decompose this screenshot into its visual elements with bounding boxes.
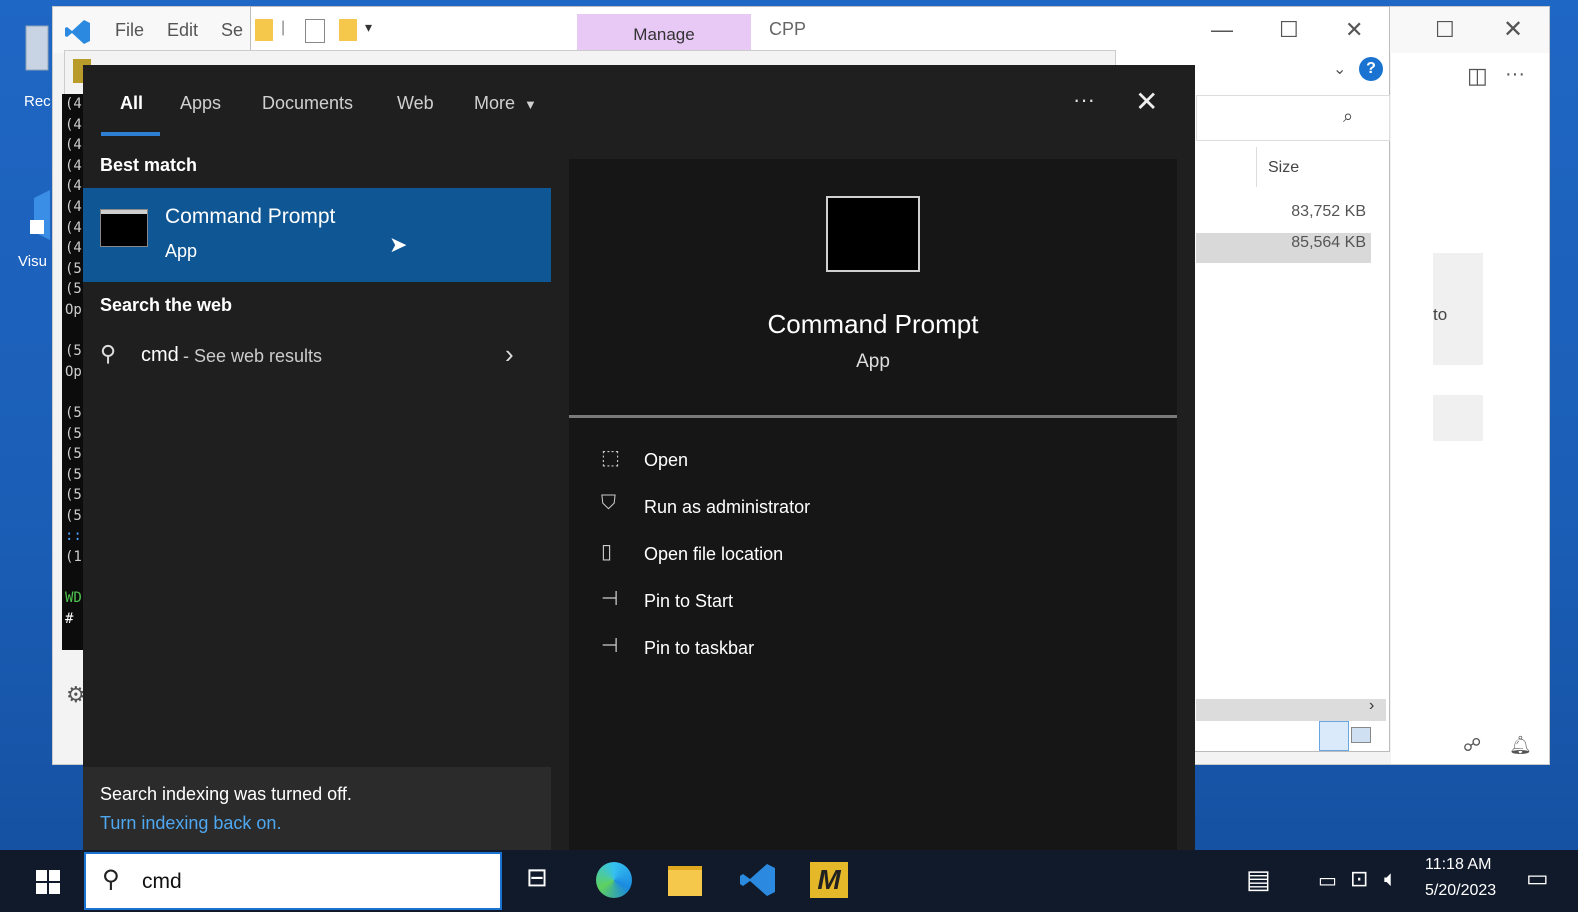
recycle-bin-label: Rec xyxy=(24,93,51,110)
separator: | xyxy=(281,19,286,36)
feedback-icon[interactable]: ☍ xyxy=(1463,735,1481,756)
file-location-icon: ▯ xyxy=(601,541,613,563)
search-icon: ⚲ xyxy=(102,866,120,893)
battery-icon[interactable]: ▭ xyxy=(1318,868,1337,893)
action-run-as-admin[interactable]: Run as administrator xyxy=(644,497,810,518)
start-search-panel: All Apps Documents Web More ▼ ··· ✕ Best… xyxy=(83,65,1195,852)
file-explorer-taskbar-icon[interactable] xyxy=(668,866,702,896)
preview-divider xyxy=(569,415,1177,418)
tab-web[interactable]: Web xyxy=(397,93,434,114)
best-match-result[interactable]: Command Prompt App ➤ xyxy=(83,188,551,282)
explorer-search-input[interactable]: ⌕ xyxy=(1196,95,1390,141)
size-cell: 85,564 KB xyxy=(1291,234,1366,251)
indexing-message: Search indexing was turned off. xyxy=(100,784,352,804)
indexing-footer: Search indexing was turned off. Turn ind… xyxy=(83,767,551,852)
expand-ribbon-icon[interactable]: ⌄ xyxy=(1333,59,1346,79)
search-icon: ⌕ xyxy=(1343,106,1354,126)
clock-date[interactable]: 5/20/2023 xyxy=(1425,882,1496,900)
command-prompt-icon xyxy=(100,209,148,247)
chevron-right-icon: › xyxy=(505,339,514,369)
large-icons-view-icon[interactable] xyxy=(1351,727,1371,743)
size-cell: 83,752 KB xyxy=(1291,203,1366,220)
start-button[interactable] xyxy=(12,850,84,912)
vscode-maximize-button[interactable]: ☐ xyxy=(1435,17,1455,43)
more-actions-icon[interactable]: ··· xyxy=(1505,63,1525,86)
action-pin-to-taskbar[interactable]: Pin to taskbar xyxy=(644,638,754,659)
notifications-icon[interactable]: ▭ xyxy=(1526,864,1549,893)
result-title: Command Prompt xyxy=(165,205,336,228)
properties-icon[interactable] xyxy=(305,19,325,43)
more-options-icon[interactable]: ··· xyxy=(1073,87,1095,113)
pin-taskbar-icon: ⊣ xyxy=(601,635,619,657)
column-divider xyxy=(1256,147,1257,187)
vscode-taskbar-icon[interactable] xyxy=(740,862,776,903)
help-icon[interactable]: ? xyxy=(1359,57,1383,81)
search-the-web-heading: Search the web xyxy=(100,295,233,315)
shield-icon: ⛉ xyxy=(601,492,616,514)
new-folder-icon[interactable] xyxy=(339,19,357,41)
search-icon: ⚲ xyxy=(100,341,117,366)
pin-icon: ⊣ xyxy=(601,588,619,610)
clock-time[interactable]: 11:18 AM xyxy=(1425,856,1491,874)
maximize-button[interactable]: ☐ xyxy=(1279,17,1299,43)
vscode-shortcut-label: Visu xyxy=(18,253,47,270)
close-button[interactable]: ✕ xyxy=(1345,17,1363,43)
bell-icon[interactable]: 🔔︎ xyxy=(1509,735,1532,756)
notification-card: to xyxy=(1433,253,1483,365)
window-title-cpp: CPP xyxy=(769,19,807,39)
vscode-logo-icon xyxy=(65,19,91,50)
windows-logo-icon xyxy=(36,870,60,894)
tab-all[interactable]: All xyxy=(120,93,143,114)
network-icon[interactable]: ⊡ xyxy=(1350,866,1368,892)
action-open[interactable]: Open xyxy=(644,450,688,471)
web-query: cmd xyxy=(141,344,179,366)
close-icon[interactable]: ✕ xyxy=(1135,85,1158,118)
web-query-suffix: - See web results xyxy=(183,346,323,366)
quick-access-toolbar: | ▾ xyxy=(255,17,395,45)
preview-subtitle: App xyxy=(856,351,890,372)
menu-edit[interactable]: Edit xyxy=(167,20,198,41)
recycle-bin-icon[interactable] xyxy=(22,20,52,80)
customize-toolbar-icon[interactable]: ▾ xyxy=(365,19,372,36)
result-subtitle: App xyxy=(165,241,198,261)
menu-selection[interactable]: Se xyxy=(221,20,243,41)
scroll-right-icon[interactable]: › xyxy=(1369,697,1374,715)
tab-apps[interactable]: Apps xyxy=(180,93,221,114)
web-result-row[interactable]: ⚲ cmd - See web results › xyxy=(83,333,551,379)
open-icon: ⬚ xyxy=(601,447,620,469)
folder-icon[interactable] xyxy=(255,19,273,41)
horizontal-scrollbar[interactable] xyxy=(1196,699,1386,721)
taskbar-search-input[interactable]: cmd xyxy=(142,870,182,894)
tab-more[interactable]: More ▼ xyxy=(474,93,537,114)
action-pin-to-start[interactable]: Pin to Start xyxy=(644,591,733,612)
action-open-file-location[interactable]: Open file location xyxy=(644,544,783,565)
tab-documents[interactable]: Documents xyxy=(262,93,353,114)
vscode-shortcut-icon[interactable] xyxy=(30,190,54,240)
icon-titlebar xyxy=(101,210,147,214)
split-editor-icon[interactable]: ◫ xyxy=(1467,63,1488,89)
search-filter-tabs: All Apps Documents Web More ▼ ··· ✕ xyxy=(83,65,1195,141)
task-view-icon[interactable]: ⊟ xyxy=(526,862,548,893)
active-tab-indicator xyxy=(101,132,160,136)
volume-icon[interactable]: 🔈︎ xyxy=(1384,866,1397,892)
notification-text: to xyxy=(1433,305,1448,324)
notification-card-2 xyxy=(1433,395,1483,441)
taskbar-search-box[interactable]: ⚲ cmd xyxy=(84,852,502,910)
details-view-icon[interactable] xyxy=(1319,721,1349,751)
chevron-down-icon: ▼ xyxy=(524,97,537,112)
news-widget-icon[interactable]: ▤ xyxy=(1246,864,1271,895)
minimize-button[interactable]: — xyxy=(1211,17,1233,43)
column-header-size[interactable]: Size xyxy=(1268,159,1299,177)
tab-more-label: More xyxy=(474,93,516,113)
preview-title: Command Prompt xyxy=(767,309,979,339)
menu-file[interactable]: File xyxy=(115,20,144,41)
edge-browser-icon[interactable] xyxy=(596,862,632,898)
best-match-heading: Best match xyxy=(100,155,198,175)
command-prompt-large-icon xyxy=(826,196,920,272)
turn-indexing-on-link[interactable]: Turn indexing back on. xyxy=(100,813,281,834)
vscode-close-button[interactable]: ✕ xyxy=(1503,15,1523,44)
mouse-cursor-icon: ➤ xyxy=(389,232,408,257)
matlab-app-icon[interactable]: M xyxy=(810,862,848,898)
